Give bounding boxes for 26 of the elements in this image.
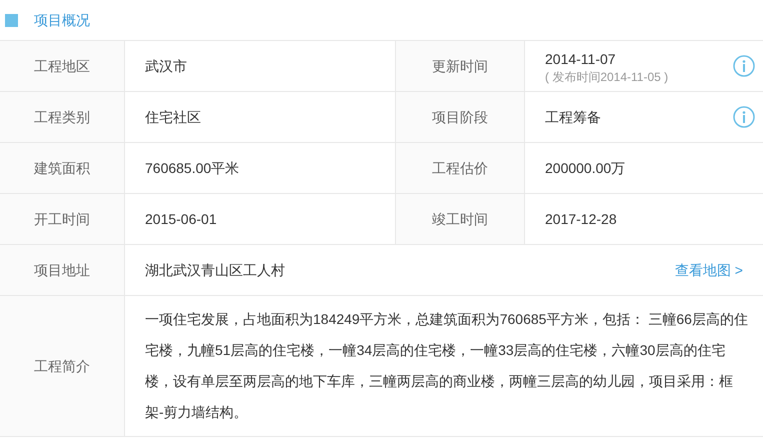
field-label: 更新时间	[432, 56, 488, 76]
publish-note: ( 发布时间2014-11-05 )	[545, 70, 670, 84]
field-value: 760685.00平米	[145, 158, 240, 178]
field-label: 工程类别	[34, 108, 90, 126]
field-label: 竣工时间	[432, 210, 488, 228]
field-label: 工程估价	[432, 158, 488, 178]
field-value: 武汉市	[145, 56, 188, 76]
field-label: 建筑面积	[34, 158, 90, 178]
field-value: 200000.00万	[545, 158, 626, 178]
description-text: 一项住宅发展，占地面积为184249平方米，总建筑面积为760685平方米，包括： 三幢66层高的住宅楼，九幢51层高的住宅楼，一幢34层高的住宅楼，一幢33层高的住宅楼，六幢30层高的住宅楼，设有单层至两层高的地下车库，三幢两层高的商业楼，两幢三层高的幼儿园，项目采用：框架-剪力墙结构。	[145, 310, 749, 422]
field-value: 2017-12-28	[545, 210, 618, 228]
section-marker	[5, 14, 18, 26]
field-label: 工程地区	[34, 56, 90, 76]
address-value: 湖北武汉青山区工人村	[145, 260, 285, 280]
field-label: 开工时间	[34, 210, 90, 228]
section-title: 项目概况	[34, 10, 90, 30]
field-value: 工程筹备	[545, 108, 602, 126]
field-label: 项目地址	[34, 260, 90, 280]
info-icon[interactable]	[733, 106, 755, 128]
field-label: 工程简介	[34, 356, 90, 376]
field-value: 住宅社区	[145, 108, 202, 126]
field-value: 2015-06-01	[145, 210, 218, 228]
map-link[interactable]: 查看地图 >	[674, 260, 743, 280]
field-label: 项目阶段	[432, 108, 488, 126]
field-value: 2014-11-07	[545, 50, 617, 68]
info-icon[interactable]	[733, 55, 755, 77]
